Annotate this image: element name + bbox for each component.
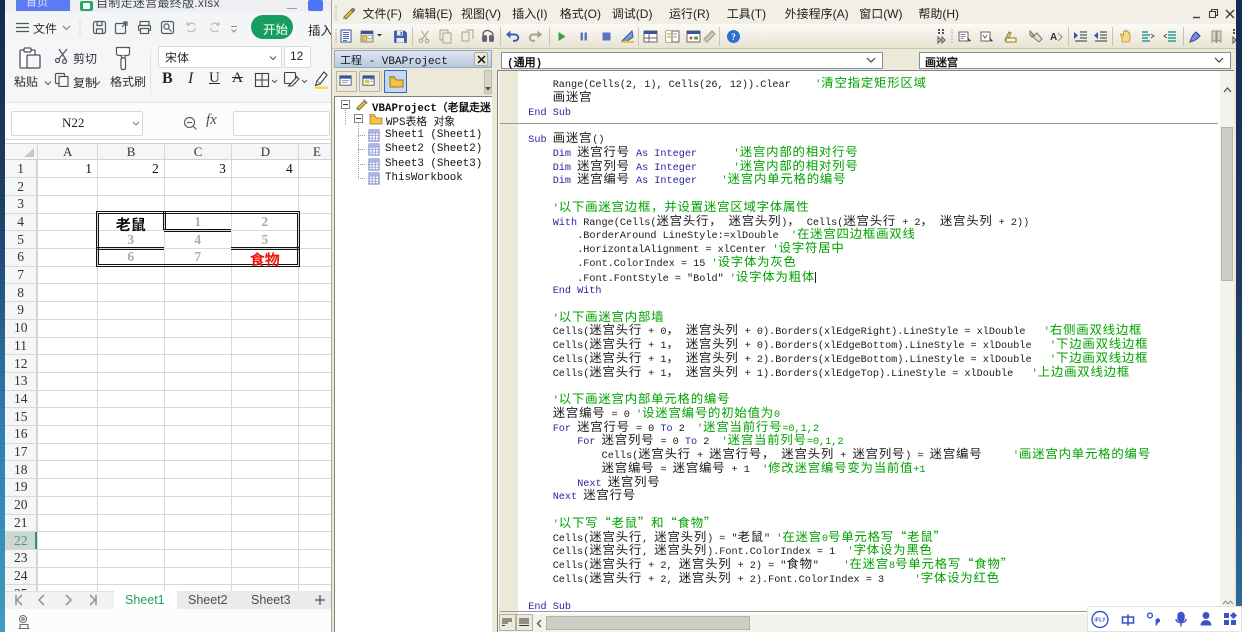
- svg-text:?: ?: [731, 32, 736, 42]
- svg-text:A: A: [1050, 32, 1057, 43]
- svg-text:iFLY: iFLY: [1094, 618, 1106, 624]
